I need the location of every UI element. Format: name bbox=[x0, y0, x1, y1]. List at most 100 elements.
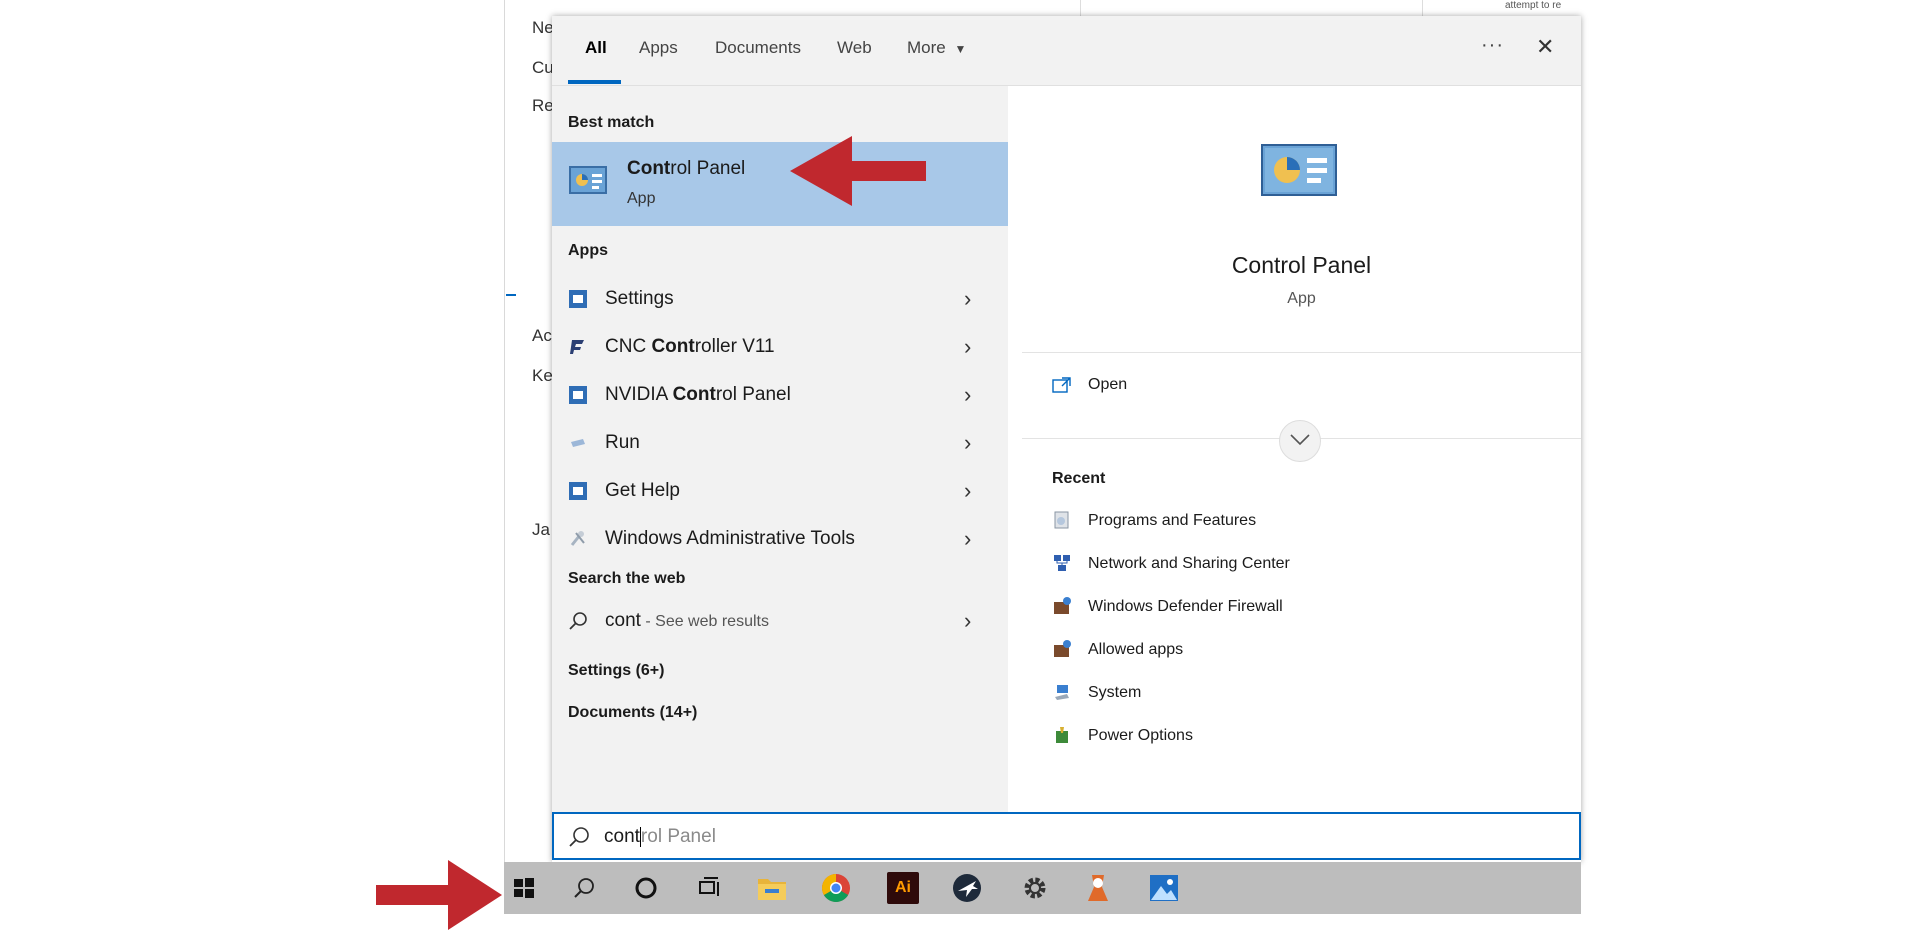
best-match-title-match: Cont bbox=[627, 158, 671, 179]
search-tabs: All Apps Documents Web More ▼ ··· ✕ bbox=[552, 16, 1581, 86]
xplane-button[interactable] bbox=[951, 872, 983, 904]
best-match-subtitle: App bbox=[627, 190, 656, 207]
app-item-run[interactable]: Run › bbox=[552, 420, 1008, 466]
illustrator-button[interactable]: Ai bbox=[887, 872, 919, 904]
programs-features-icon bbox=[1054, 511, 1069, 529]
tab-web[interactable]: Web bbox=[837, 38, 872, 58]
search-icon bbox=[569, 827, 589, 847]
best-match-control-panel[interactable]: Control Panel App bbox=[552, 142, 1008, 226]
app-item-settings[interactable]: Settings › bbox=[552, 276, 1008, 322]
documents-count-link[interactable]: Documents (14+) bbox=[568, 704, 697, 722]
settings-count-link[interactable]: Settings (6+) bbox=[568, 662, 664, 680]
search-input[interactable]: control Panel bbox=[604, 826, 716, 848]
recent-item-power-options[interactable]: Power Options bbox=[1052, 720, 1552, 754]
app-button[interactable] bbox=[1082, 872, 1114, 904]
chevron-right-icon[interactable]: › bbox=[964, 286, 971, 312]
chevron-right-icon[interactable]: › bbox=[964, 478, 971, 504]
app-item-nvidia-control-panel[interactable]: NVIDIA Control Panel › bbox=[552, 372, 1008, 418]
search-web-header: Search the web bbox=[568, 570, 686, 587]
tab-all[interactable]: All bbox=[585, 38, 607, 58]
start-button[interactable] bbox=[508, 872, 540, 904]
app-item-cnc-controller[interactable]: CNC Controller V11 › bbox=[552, 324, 1008, 370]
open-action[interactable]: Open bbox=[1052, 374, 1352, 404]
recent-item-label: Power Options bbox=[1088, 727, 1193, 744]
bg-text-fragment: Cu bbox=[532, 58, 554, 77]
preview-subtitle: App bbox=[1287, 290, 1316, 307]
search-box[interactable]: control Panel bbox=[552, 812, 1581, 860]
chevron-right-icon[interactable]: › bbox=[964, 382, 971, 408]
bg-text-fragment: Ne bbox=[532, 18, 554, 37]
recent-item-programs-and-features[interactable]: Programs and Features bbox=[1052, 505, 1552, 539]
photos-icon bbox=[1150, 875, 1178, 901]
tab-apps[interactable]: Apps bbox=[639, 38, 678, 58]
close-button[interactable]: ✕ bbox=[1536, 34, 1554, 60]
recent-item-system[interactable]: System bbox=[1052, 677, 1552, 711]
annotation-arrow-best-match bbox=[790, 136, 926, 206]
tab-more-label: More bbox=[907, 38, 946, 57]
search-icon bbox=[569, 612, 587, 630]
app-icon bbox=[1088, 875, 1108, 901]
taskbar: Ai bbox=[504, 862, 1581, 914]
file-explorer-icon bbox=[758, 879, 786, 900]
app-item-get-help[interactable]: Get Help › bbox=[552, 468, 1008, 514]
recent-item-label: System bbox=[1088, 684, 1142, 701]
recent-item-label: Windows Defender Firewall bbox=[1088, 598, 1283, 615]
cnc-controller-icon bbox=[570, 340, 584, 354]
preview-title: Control Panel bbox=[1231, 252, 1372, 278]
bg-text-fragment: Ac bbox=[532, 326, 552, 345]
network-sharing-icon bbox=[1054, 555, 1070, 571]
chevron-right-icon[interactable]: › bbox=[964, 334, 971, 360]
chevron-right-icon[interactable]: › bbox=[964, 430, 971, 456]
tab-documents[interactable]: Documents bbox=[715, 38, 801, 58]
bg-text-fragment: Re bbox=[532, 96, 554, 115]
annotation-arrow-start bbox=[376, 860, 502, 930]
app-item-label: NVIDIA Control Panel bbox=[605, 384, 791, 405]
file-explorer-button[interactable] bbox=[756, 872, 788, 904]
settings-button[interactable] bbox=[1019, 872, 1051, 904]
web-search-result[interactable]: cont - See web results › bbox=[552, 598, 1008, 644]
recent-item-label: Allowed apps bbox=[1088, 641, 1184, 658]
nvidia-control-panel-icon bbox=[569, 386, 587, 404]
firewall-icon bbox=[1054, 597, 1071, 614]
best-match-title: Control Panel bbox=[627, 158, 745, 180]
bg-corner-text: attempt to re bbox=[1505, 0, 1562, 11]
chevron-right-icon[interactable]: › bbox=[964, 526, 971, 552]
app-item-label: CNC Controller V11 bbox=[605, 336, 775, 357]
admin-tools-icon bbox=[570, 531, 585, 546]
more-options-button[interactable]: ··· bbox=[1481, 34, 1504, 57]
recent-item-label: Programs and Features bbox=[1088, 512, 1257, 529]
app-item-windows-administrative-tools[interactable]: Windows Administrative Tools › bbox=[552, 516, 1008, 562]
task-view-icon bbox=[699, 877, 719, 896]
recent-header: Recent bbox=[1052, 470, 1106, 487]
expand-button[interactable] bbox=[1279, 420, 1321, 462]
task-view-button[interactable] bbox=[694, 872, 726, 904]
xplane-icon bbox=[953, 874, 981, 902]
chevron-down-icon bbox=[1290, 434, 1310, 446]
recent-item-windows-defender-firewall[interactable]: Windows Defender Firewall bbox=[1052, 591, 1552, 625]
preview-pane: Control Panel App Open Recent Programs a… bbox=[1022, 102, 1581, 828]
app-item-label: Windows Administrative Tools bbox=[605, 528, 855, 549]
web-search-label: cont - See web results bbox=[605, 610, 769, 631]
tab-more[interactable]: More ▼ bbox=[907, 38, 966, 58]
chevron-right-icon[interactable]: › bbox=[964, 608, 971, 634]
recent-item-label: Network and Sharing Center bbox=[1088, 555, 1290, 572]
chrome-button[interactable] bbox=[820, 872, 852, 904]
cortana-icon bbox=[635, 877, 657, 899]
recent-item-network-and-sharing-center[interactable]: Network and Sharing Center bbox=[1052, 548, 1552, 582]
best-match-header: Best match bbox=[568, 114, 655, 131]
cortana-button[interactable] bbox=[630, 872, 662, 904]
recent-item-allowed-apps[interactable]: Allowed apps bbox=[1052, 634, 1552, 668]
search-panel: All Apps Documents Web More ▼ ··· ✕ Best… bbox=[552, 16, 1581, 862]
app-item-label: Run bbox=[605, 432, 640, 453]
photos-button[interactable] bbox=[1148, 872, 1180, 904]
power-options-icon bbox=[1056, 727, 1068, 743]
control-panel-icon bbox=[569, 166, 607, 194]
bg-text-fragment: Ke bbox=[532, 366, 553, 385]
active-tab-indicator bbox=[568, 80, 621, 84]
bg-divider bbox=[506, 294, 516, 296]
best-match-title-rest: rol Panel bbox=[670, 158, 746, 179]
illustrator-icon: Ai bbox=[895, 879, 911, 896]
app-item-label: Settings bbox=[605, 288, 674, 309]
taskbar-search-button[interactable] bbox=[568, 872, 600, 904]
search-autocomplete-text: rol Panel bbox=[640, 826, 716, 847]
